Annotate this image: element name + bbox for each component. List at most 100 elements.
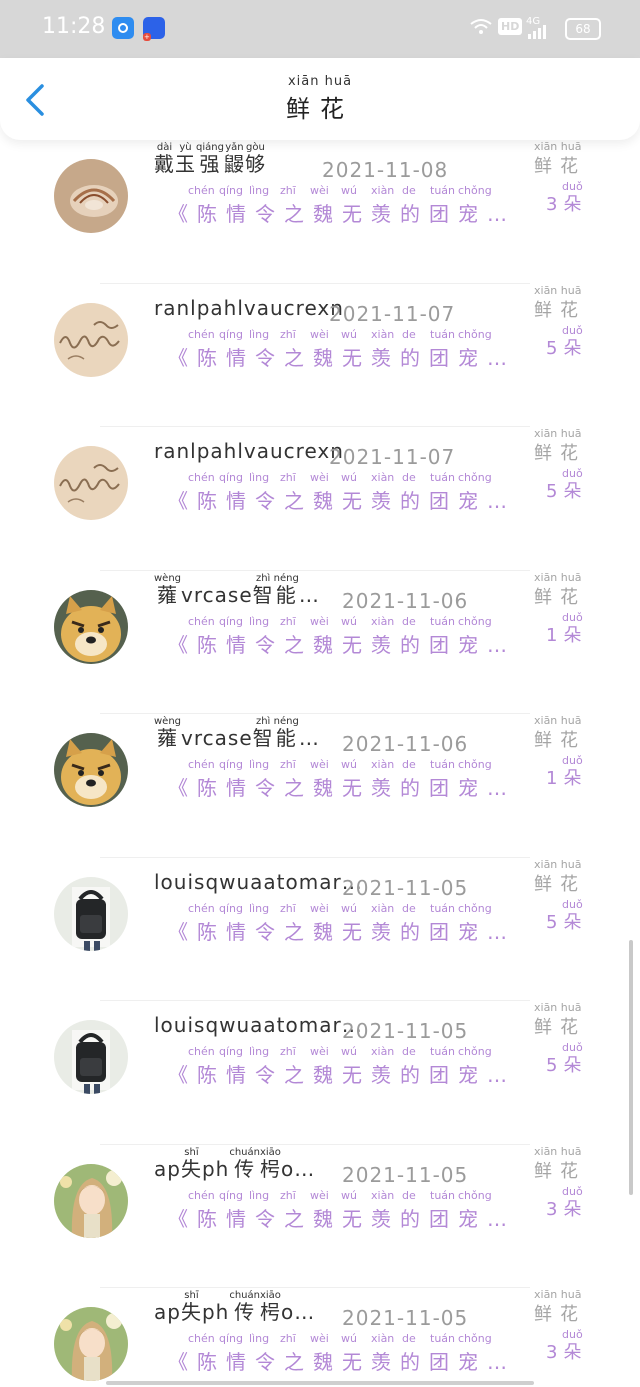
list-item[interactable]: 蕹wèngvrcase智zhì能néng… 2021-11-06 chén qíng l…	[0, 714, 640, 858]
flower-count: 3朵	[546, 190, 587, 216]
gift-pinyin-syllable: wú	[341, 184, 357, 197]
sand-writing-avatar[interactable]	[54, 302, 128, 377]
gift-pinyin-syllable: de	[402, 1332, 416, 1345]
vertical-scrollbar[interactable]	[629, 940, 633, 1195]
gift-pinyin-syllable: chén	[188, 1188, 215, 1202]
flower-count-unit: 朵	[563, 481, 588, 502]
flower-label: 鲜花	[534, 156, 586, 177]
gift-pinyin-syllable: wèi	[310, 1332, 329, 1345]
gift-pinyin-syllable: chǒng	[458, 758, 492, 771]
gift-title-link[interactable]: chén qíng lìng zhī wèi wú xiàn de tuán chǒng 《陈情令之…	[168, 1045, 516, 1087]
list-item[interactable]: louisqwuaatomar… 2021-11-05 chén qíng lìng zh…	[0, 858, 640, 1001]
list-item[interactable]: ranlpahlvaucrexn 2021-11-07 chén qíng lìng zh…	[0, 284, 640, 427]
gift-pinyin-syllable: xiàn	[371, 471, 395, 484]
status-time: 11:28	[42, 14, 106, 39]
username-part: 戴dài	[154, 142, 175, 176]
flower-count-unit: 朵	[563, 911, 588, 933]
backpack-avatar[interactable]	[54, 876, 128, 951]
record-date: 2021-11-05	[342, 1162, 469, 1187]
gift-pinyin-syllable: wú	[341, 1188, 357, 1202]
anime-girl-avatar[interactable]	[54, 1307, 128, 1381]
gift-title-pinyin: chén qíng lìng zhī wèi wú xiàn de tuán chǒng	[168, 471, 516, 485]
gift-pinyin-syllable: chén	[188, 327, 215, 341]
username-part: 失shī	[180, 1146, 202, 1181]
gift-title: 《陈情令之魏无羡的团宠…	[168, 776, 516, 800]
list-item[interactable]: ap失shīph传chuán枵xiāoo… 2021-11-05 chén qíng l…	[0, 1145, 640, 1288]
flower-count-unit: 朵	[563, 624, 588, 646]
flower-count: 5朵	[546, 1051, 587, 1077]
gift-pinyin-syllable: xiàn	[371, 1045, 395, 1058]
flower-count-value: 1	[546, 768, 564, 789]
flower-count: 1朵	[546, 621, 587, 647]
page-header: xiān huā 鲜花	[0, 58, 640, 140]
flower-label: 鲜花	[534, 443, 586, 464]
gift-pinyin-syllable: wú	[341, 614, 357, 628]
horizontal-scrollbar[interactable]	[106, 1381, 534, 1385]
flower-count: 3朵	[546, 1195, 587, 1221]
gift-title: 《陈情令之魏无羡的团宠…	[168, 202, 516, 226]
sand-writing-avatar[interactable]	[54, 446, 128, 520]
gift-pinyin-syllable: de	[402, 1188, 416, 1202]
record-date: 2021-11-06	[342, 588, 469, 613]
flower-count: 5朵	[546, 908, 587, 934]
list-item[interactable]: 蕹wèngvrcase智zhì能néng… 2021-11-06 chén qíng l…	[0, 571, 640, 714]
gift-title-link[interactable]: chén qíng lìng zhī wèi wú xiàn de tuán chǒng 《陈情令之…	[168, 614, 516, 657]
gift-pinyin-syllable: tuán	[430, 758, 455, 771]
username-part: 蕹wèng	[154, 572, 182, 607]
username-part: 玉yù	[175, 142, 196, 176]
anime-girl-avatar[interactable]	[54, 1163, 128, 1238]
gift-pinyin-syllable: wú	[341, 327, 357, 341]
gift-pinyin-syllable: qíng	[219, 1332, 243, 1345]
username: louisqwuaatomar…	[154, 1013, 363, 1037]
flower-label: 鲜花	[534, 1017, 586, 1038]
doge-avatar[interactable]	[54, 589, 128, 664]
gift-title-link[interactable]: chén qíng lìng zhī wèi wú xiàn de tuán chǒng 《陈情令之…	[168, 1188, 516, 1231]
gift-pinyin-syllable: chén	[188, 471, 215, 484]
gift-pinyin-syllable: lìng	[249, 901, 270, 915]
flower-label: 鲜花	[534, 299, 586, 321]
list-item[interactable]: 戴dài玉yù强qiáng鼹yǎn够gòu 2021-11-08 chén qíng l…	[0, 140, 640, 284]
gift-pinyin-syllable: zhī	[280, 901, 296, 915]
gift-pinyin-syllable: xiàn	[371, 614, 395, 628]
username-part: ph	[201, 1300, 230, 1324]
gift-title: 《陈情令之魏无羡的团宠…	[168, 345, 516, 370]
gift-title-link[interactable]: chén qíng lìng zhī wèi wú xiàn de tuán chǒng 《陈情令之…	[168, 184, 516, 226]
username-part: 传chuán	[229, 1146, 260, 1181]
username-part: 枵xiāo	[259, 1290, 281, 1324]
gift-pinyin-syllable: chén	[188, 1045, 215, 1058]
username-part: 传chuán	[229, 1290, 260, 1324]
flower-count: 1朵	[546, 764, 587, 790]
list-item[interactable]: ap失shīph传chuán枵xiāoo… 2021-11-05 chén qíng l…	[0, 1288, 640, 1387]
gift-title-link[interactable]: chén qíng lìng zhī wèi wú xiàn de tuán chǒng 《陈情令之…	[168, 758, 516, 800]
notification-app-icon	[112, 17, 134, 39]
gift-title-link[interactable]: chén qíng lìng zhī wèi wú xiàn de tuán chǒng 《陈情令之…	[168, 1332, 516, 1374]
gift-pinyin-syllable: zhī	[280, 758, 296, 771]
doge-avatar[interactable]	[54, 733, 128, 807]
flower-count-unit: 朵	[563, 194, 588, 215]
gift-pinyin-syllable: chǒng	[458, 327, 492, 341]
flower-label: 鲜花	[534, 1304, 586, 1325]
gift-pinyin-syllable: qíng	[219, 327, 243, 341]
gift-pinyin-syllable: lìng	[249, 1045, 270, 1058]
gift-title-link[interactable]: chén qíng lìng zhī wèi wú xiàn de tuán chǒng 《陈情令之…	[168, 901, 516, 944]
gift-title-link[interactable]: chén qíng lìng zhī wèi wú xiàn de tuán chǒng 《陈情令之…	[168, 327, 516, 370]
gift-title: 《陈情令之魏无羡的团宠…	[168, 919, 516, 944]
gift-record-list[interactable]: 戴dài玉yù强qiáng鼹yǎn够gòu 2021-11-08 chén qíng l…	[0, 140, 640, 1387]
seashell-avatar[interactable]	[54, 159, 128, 233]
gift-pinyin-syllable: chén	[188, 1332, 215, 1345]
list-item[interactable]: louisqwuaatomar… 2021-11-05 chén qíng lìng zh…	[0, 1001, 640, 1145]
gift-pinyin-syllable: de	[402, 901, 416, 915]
gift-pinyin-syllable: wú	[341, 758, 357, 771]
record-date: 2021-11-06	[342, 732, 469, 756]
username-part: vrcase	[181, 582, 253, 607]
gift-title-link[interactable]: chén qíng lìng zhī wèi wú xiàn de tuán chǒng 《陈情令之…	[168, 471, 516, 513]
gift-pinyin-syllable: chǒng	[458, 471, 492, 484]
flower-count-unit: 朵	[563, 337, 588, 359]
username-part: ap	[154, 1300, 181, 1324]
flower-count-unit: 朵	[563, 768, 588, 789]
gift-pinyin-syllable: wèi	[310, 1188, 329, 1202]
list-item[interactable]: ranlpahlvaucrexn 2021-11-07 chén qíng lìng zh…	[0, 427, 640, 571]
gift-pinyin-syllable: wú	[341, 901, 357, 915]
backpack-avatar[interactable]	[54, 1020, 128, 1094]
flower-count-value: 5	[546, 1055, 564, 1076]
